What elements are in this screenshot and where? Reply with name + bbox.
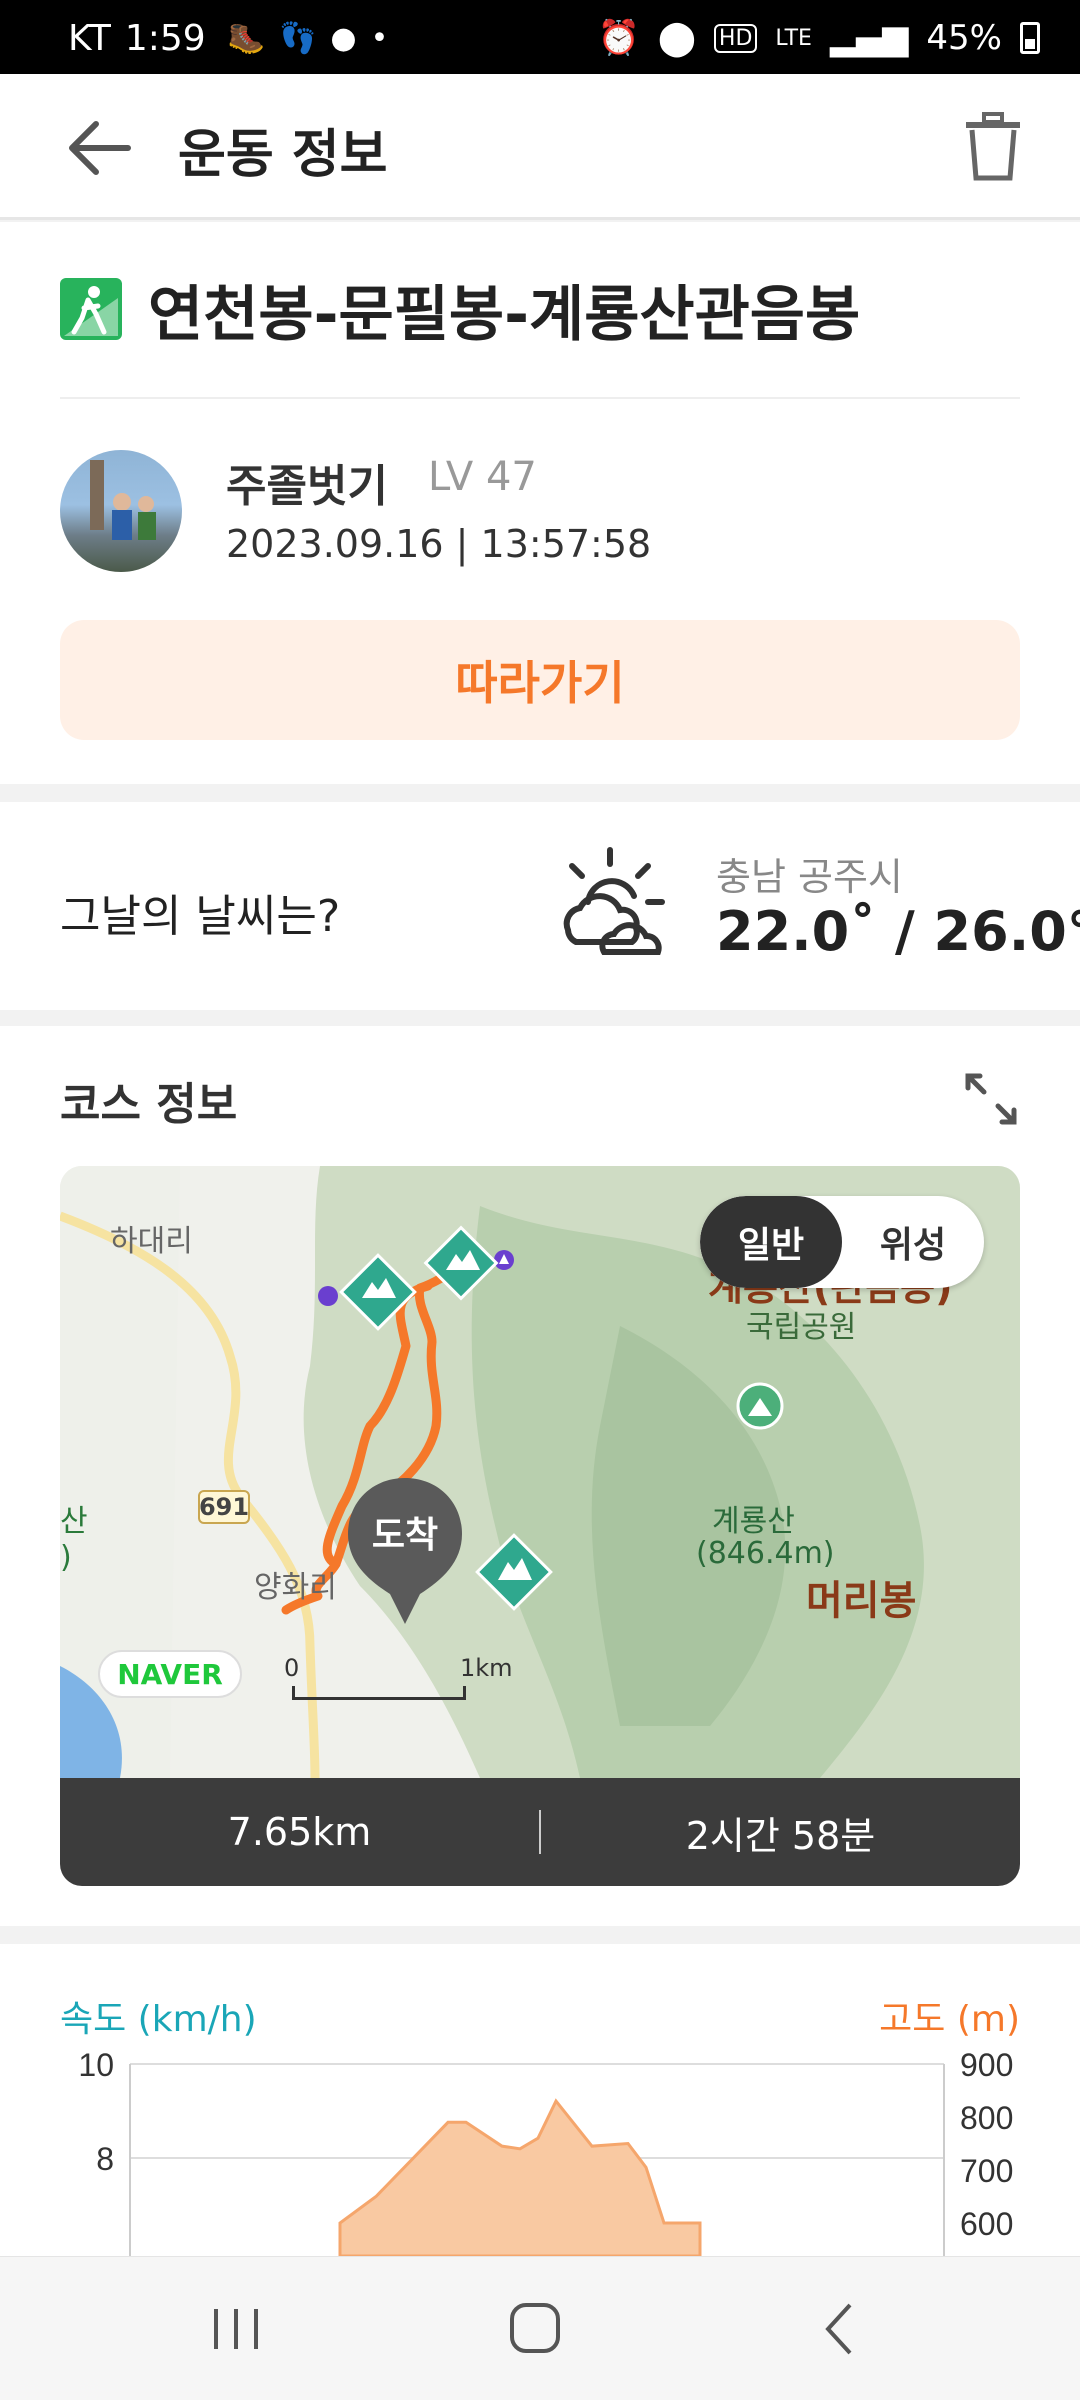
altitude-axis-title: 고도 (m) [879, 1999, 1020, 2040]
scale-zero-label: 0 [284, 1654, 300, 1682]
map-label-elevation: (846.4m) [696, 1536, 835, 1571]
expand-map-button[interactable] [960, 1068, 1022, 1130]
home-button[interactable] [496, 2293, 576, 2365]
system-nav-bar [0, 2256, 1080, 2400]
route-number-badge: 691 [198, 1490, 250, 1524]
back-button[interactable] [66, 118, 136, 178]
right-tick-label: 600 [960, 2206, 1013, 2242]
map-label-partial: 산) [60, 1504, 88, 1575]
hd-badge: HD [713, 23, 758, 53]
weather-card: 그날의 날씨는? 충남 공주시 22.0˚ / 26.0℃ [0, 802, 1080, 1010]
map-label-meoribong: 머리봉 [806, 1578, 917, 1624]
arrow-left-icon [69, 121, 131, 175]
map-type-toggle[interactable]: 일반 위성 [700, 1196, 984, 1288]
toggle-satellite[interactable]: 위성 [842, 1196, 984, 1288]
partly-cloudy-icon [563, 847, 665, 955]
naver-logo: NAVER [98, 1650, 242, 1698]
arrival-label: 도착 [371, 1515, 439, 1556]
speech-icon: ● [330, 21, 357, 56]
hiking-icon [60, 278, 122, 340]
follow-button[interactable]: 따라가기 [60, 620, 1020, 740]
home-icon [510, 2303, 560, 2353]
duration-value: 2시간 58분 [685, 1813, 876, 1858]
course-info-card: 코스 정보 하대리 양화리 691 산) 국립공원 계룡산 (846.4m) … [0, 1026, 1080, 1926]
carrier-label: KT [68, 18, 111, 59]
course-title: 연천봉-문필봉-계룡산관음봉 [148, 280, 861, 350]
speed-altitude-chart: 10 8 900 800 700 600 [78, 2047, 1013, 2256]
route-map[interactable]: 하대리 양화리 691 산) 국립공원 계룡산 (846.4m) 계룡산(관음봉… [60, 1166, 1020, 1778]
user-level: LV 47 [428, 454, 537, 500]
avatar[interactable] [60, 450, 182, 572]
distance-value: 7.65km [227, 1810, 372, 1854]
activity-card: 연천봉-문필봉-계룡산관음봉 주졸벗기 LV 47 2023.09.16 | 1… [0, 222, 1080, 784]
trash-icon [966, 112, 1020, 181]
app-header: 운동 정보 [0, 74, 1080, 220]
expand-icon [965, 1073, 1017, 1125]
location-icon: ⬤ [657, 18, 696, 58]
chevron-left-icon [825, 2303, 852, 2355]
back-nav-button[interactable] [800, 2293, 880, 2365]
altitude-area [338, 2098, 702, 2256]
status-bar: KT 1:59 🥾 👣 ● • ⏰ ⬤ HD LTE ▂▄▆ 45% [0, 0, 1080, 74]
weather-question: 그날의 날씨는? [60, 891, 341, 942]
right-tick-label: 900 [960, 2047, 1013, 2083]
user-name: 주졸벗기 [226, 461, 388, 512]
speed-axis-title: 속도 (km/h) [60, 1999, 257, 2040]
alarm-icon: ⏰ [597, 18, 640, 58]
network-label: LTE [775, 25, 812, 51]
notification-icons: 🥾 👣 ● • [228, 21, 389, 56]
steps-icon: 👣 [279, 21, 317, 56]
page-title: 운동 정보 [178, 125, 388, 185]
map-label-yanghwa: 양화리 [254, 1570, 337, 1605]
weather-temperature: 22.0˚ / 26.0℃ [716, 900, 1080, 963]
weather-location: 충남 공주시 [716, 855, 903, 899]
signal-icon: ▂▄▆ [829, 18, 909, 58]
map-label-gyeryongsan: 계룡산 [712, 1504, 795, 1539]
map-label-hadae: 하대리 [110, 1224, 193, 1259]
speed-altitude-chart-card: 속도 (km/h) 고도 (m) 10 8 900 800 700 600 [0, 1944, 1080, 2256]
map-scale [292, 1686, 466, 1700]
left-tick-label: 10 [78, 2047, 114, 2083]
right-tick-label: 800 [960, 2100, 1013, 2136]
hiking-icon: 🥾 [227, 21, 266, 56]
battery-icon [1020, 22, 1040, 54]
right-tick-label: 700 [960, 2153, 1013, 2189]
activity-datetime: 2023.09.16 | 13:57:58 [226, 522, 652, 566]
battery-percent: 45% [926, 18, 1002, 58]
left-tick-label: 8 [96, 2141, 114, 2177]
scale-km-label: 1km [460, 1654, 513, 1682]
status-bar-right: ⏰ ⬤ HD LTE ▂▄▆ 45% [597, 18, 1040, 58]
course-stats-bar: 7.65km 2시간 58분 [60, 1778, 1020, 1886]
toggle-normal[interactable]: 일반 [700, 1196, 842, 1288]
divider [60, 397, 1020, 399]
clock: 1:59 [124, 18, 206, 59]
recent-apps-icon [214, 2309, 258, 2349]
course-info-title: 코스 정보 [60, 1079, 238, 1130]
recent-apps-button[interactable] [196, 2293, 276, 2365]
dot-icon: • [370, 21, 389, 56]
status-bar-left: KT 1:59 🥾 👣 ● • [68, 18, 388, 59]
delete-button[interactable] [962, 112, 1024, 182]
